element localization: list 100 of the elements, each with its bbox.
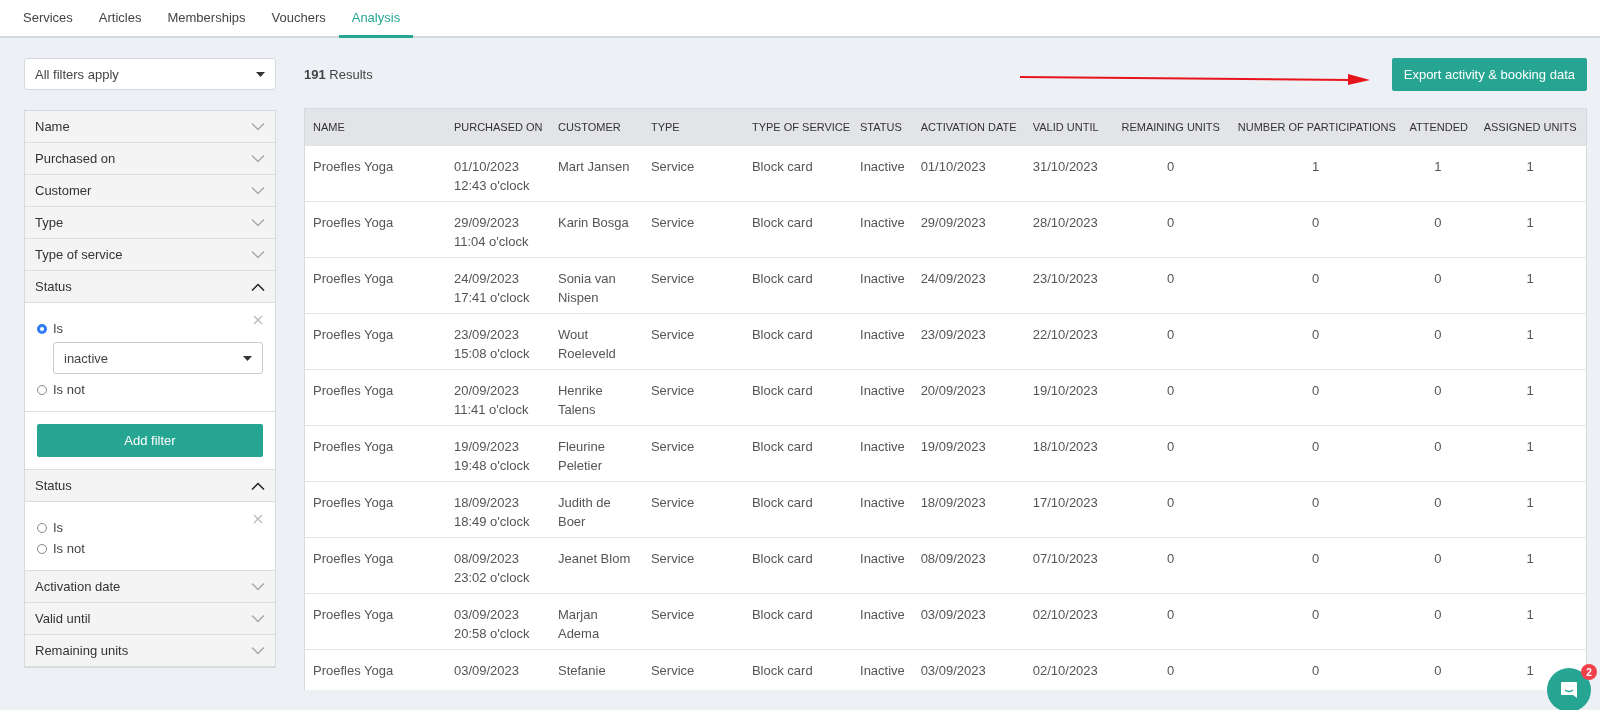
table-cell: 19/09/2023 19:48 o'clock xyxy=(445,425,550,482)
table-cell: 18/10/2023 xyxy=(1024,425,1112,482)
column-header[interactable]: NUMBER OF PARTICIPATIONS xyxy=(1229,108,1402,146)
radio-button[interactable] xyxy=(37,522,47,533)
column-header[interactable]: STATUS xyxy=(852,108,913,146)
table-cell: 0 xyxy=(1401,201,1475,258)
table-cell: 18/09/2023 xyxy=(912,481,1025,538)
table-cell: 0 xyxy=(1111,537,1230,594)
column-header[interactable]: REMAINING UNITS xyxy=(1111,108,1230,146)
table-cell: 0 xyxy=(1229,201,1402,258)
filter-header[interactable]: Status xyxy=(25,271,275,303)
table-cell: 1 xyxy=(1474,369,1587,426)
column-header[interactable]: TYPE xyxy=(642,108,744,146)
table-cell: 0 xyxy=(1229,593,1402,650)
column-header[interactable]: ASSIGNED UNITS xyxy=(1474,108,1587,146)
column-header[interactable]: TYPE OF SERVICE xyxy=(743,108,852,146)
results-count: 191 Results xyxy=(304,66,373,82)
table-cell: Wout Roeleveld xyxy=(549,313,643,370)
table-cell: 31/10/2023 xyxy=(1024,145,1112,202)
caret-icon xyxy=(256,71,265,77)
chevron-down-icon xyxy=(251,218,265,227)
table-cell: 01/10/2023 xyxy=(912,145,1025,202)
table-cell: 0 xyxy=(1229,369,1402,426)
caret-icon xyxy=(243,355,252,361)
radio-button[interactable] xyxy=(37,543,47,554)
table-cell: 0 xyxy=(1229,257,1402,314)
column-header[interactable]: NAME xyxy=(304,108,446,146)
table-cell: Proefles Yoga xyxy=(304,201,446,258)
table-cell: 0 xyxy=(1111,481,1230,538)
filter-header[interactable]: Remaining units xyxy=(25,635,275,667)
table-cell: 0 xyxy=(1229,537,1402,594)
table-cell: Jeanet Blom xyxy=(549,537,643,594)
table-cell: Block card xyxy=(743,593,852,650)
filter-header[interactable]: Customer xyxy=(25,175,275,207)
table-cell: 03/09/2023 xyxy=(445,649,550,690)
table-cell: 19/09/2023 xyxy=(912,425,1025,482)
table-cell: 01/10/2023 12:43 o'clock xyxy=(445,145,550,202)
tab[interactable]: Services xyxy=(10,0,86,38)
option-label[interactable]: Is not xyxy=(53,541,85,556)
table-cell: 18/09/2023 18:49 o'clock xyxy=(445,481,550,538)
table-cell: Service xyxy=(642,537,744,594)
chat-button[interactable] xyxy=(1547,668,1591,710)
table-cell: 0 xyxy=(1401,257,1475,314)
table-cell: Inactive xyxy=(852,257,913,314)
table-cell: Inactive xyxy=(852,145,913,202)
table-cell: 1 xyxy=(1474,425,1587,482)
table-cell: Judith de Boer xyxy=(549,481,643,538)
status-dropdown[interactable]: inactive xyxy=(53,342,263,374)
table-cell: Service xyxy=(642,369,744,426)
filter-header[interactable]: Purchased on xyxy=(25,143,275,175)
table-cell: Inactive xyxy=(852,369,913,426)
option-label[interactable]: Is not xyxy=(53,382,85,397)
table-cell: Service xyxy=(642,425,744,482)
filter-header[interactable]: Valid until xyxy=(25,603,275,635)
table-cell: 23/09/2023 xyxy=(912,313,1025,370)
close-icon xyxy=(253,514,263,524)
radio-button[interactable] xyxy=(37,323,47,334)
column-header[interactable]: PURCHASED ON xyxy=(445,108,550,146)
table-cell: Proefles Yoga xyxy=(304,313,446,370)
column-header[interactable]: ACTIVATION DATE xyxy=(912,108,1025,146)
table-cell: Proefles Yoga xyxy=(304,649,446,690)
filter-header[interactable]: Type xyxy=(25,207,275,239)
table-cell: Service xyxy=(642,145,744,202)
table-cell: 0 xyxy=(1229,425,1402,482)
table-cell: 03/09/2023 xyxy=(912,649,1025,690)
column-header[interactable]: VALID UNTIL xyxy=(1024,108,1112,146)
chevron-down-icon xyxy=(251,646,265,655)
table-cell: Block card xyxy=(743,649,852,690)
option-label[interactable]: Is xyxy=(53,321,64,336)
table-cell: 1 xyxy=(1474,257,1587,314)
column-header[interactable]: ATTENDED xyxy=(1401,108,1475,146)
tab[interactable]: Articles xyxy=(85,0,155,38)
option-label[interactable]: Is xyxy=(53,520,64,535)
filter-header[interactable]: Status xyxy=(25,470,275,502)
table-cell: 0 xyxy=(1111,649,1230,690)
column-header[interactable]: CUSTOMER xyxy=(549,108,643,146)
filter-mode-dropdown[interactable]: All filters apply xyxy=(24,58,276,90)
filter-header[interactable]: Activation date xyxy=(25,571,275,603)
chevron-up-icon xyxy=(251,282,265,291)
table-cell: Block card xyxy=(743,145,852,202)
filter-header[interactable]: Type of service xyxy=(25,239,275,271)
table-cell: 0 xyxy=(1111,425,1230,482)
table-cell: Mart Jansen xyxy=(549,145,643,202)
tab[interactable]: Vouchers xyxy=(258,0,339,38)
tab[interactable]: Memberships xyxy=(154,0,259,38)
table-cell: 23/10/2023 xyxy=(1024,257,1112,314)
table-cell: Inactive xyxy=(852,425,913,482)
table-cell: 0 xyxy=(1111,145,1230,202)
table-cell: Proefles Yoga xyxy=(304,425,446,482)
filter-header[interactable]: Name xyxy=(25,111,275,143)
table-cell: Block card xyxy=(743,425,852,482)
table-cell: Henrike Talens xyxy=(549,369,643,426)
table-cell: Block card xyxy=(743,369,852,426)
table-cell: Inactive xyxy=(852,313,913,370)
table-cell: Block card xyxy=(743,201,852,258)
radio-button[interactable] xyxy=(37,384,47,395)
table-cell: Service xyxy=(642,481,744,538)
table-cell: 0 xyxy=(1111,313,1230,370)
notification-badge: 2 xyxy=(1581,664,1597,680)
table-cell: 0 xyxy=(1111,257,1230,314)
